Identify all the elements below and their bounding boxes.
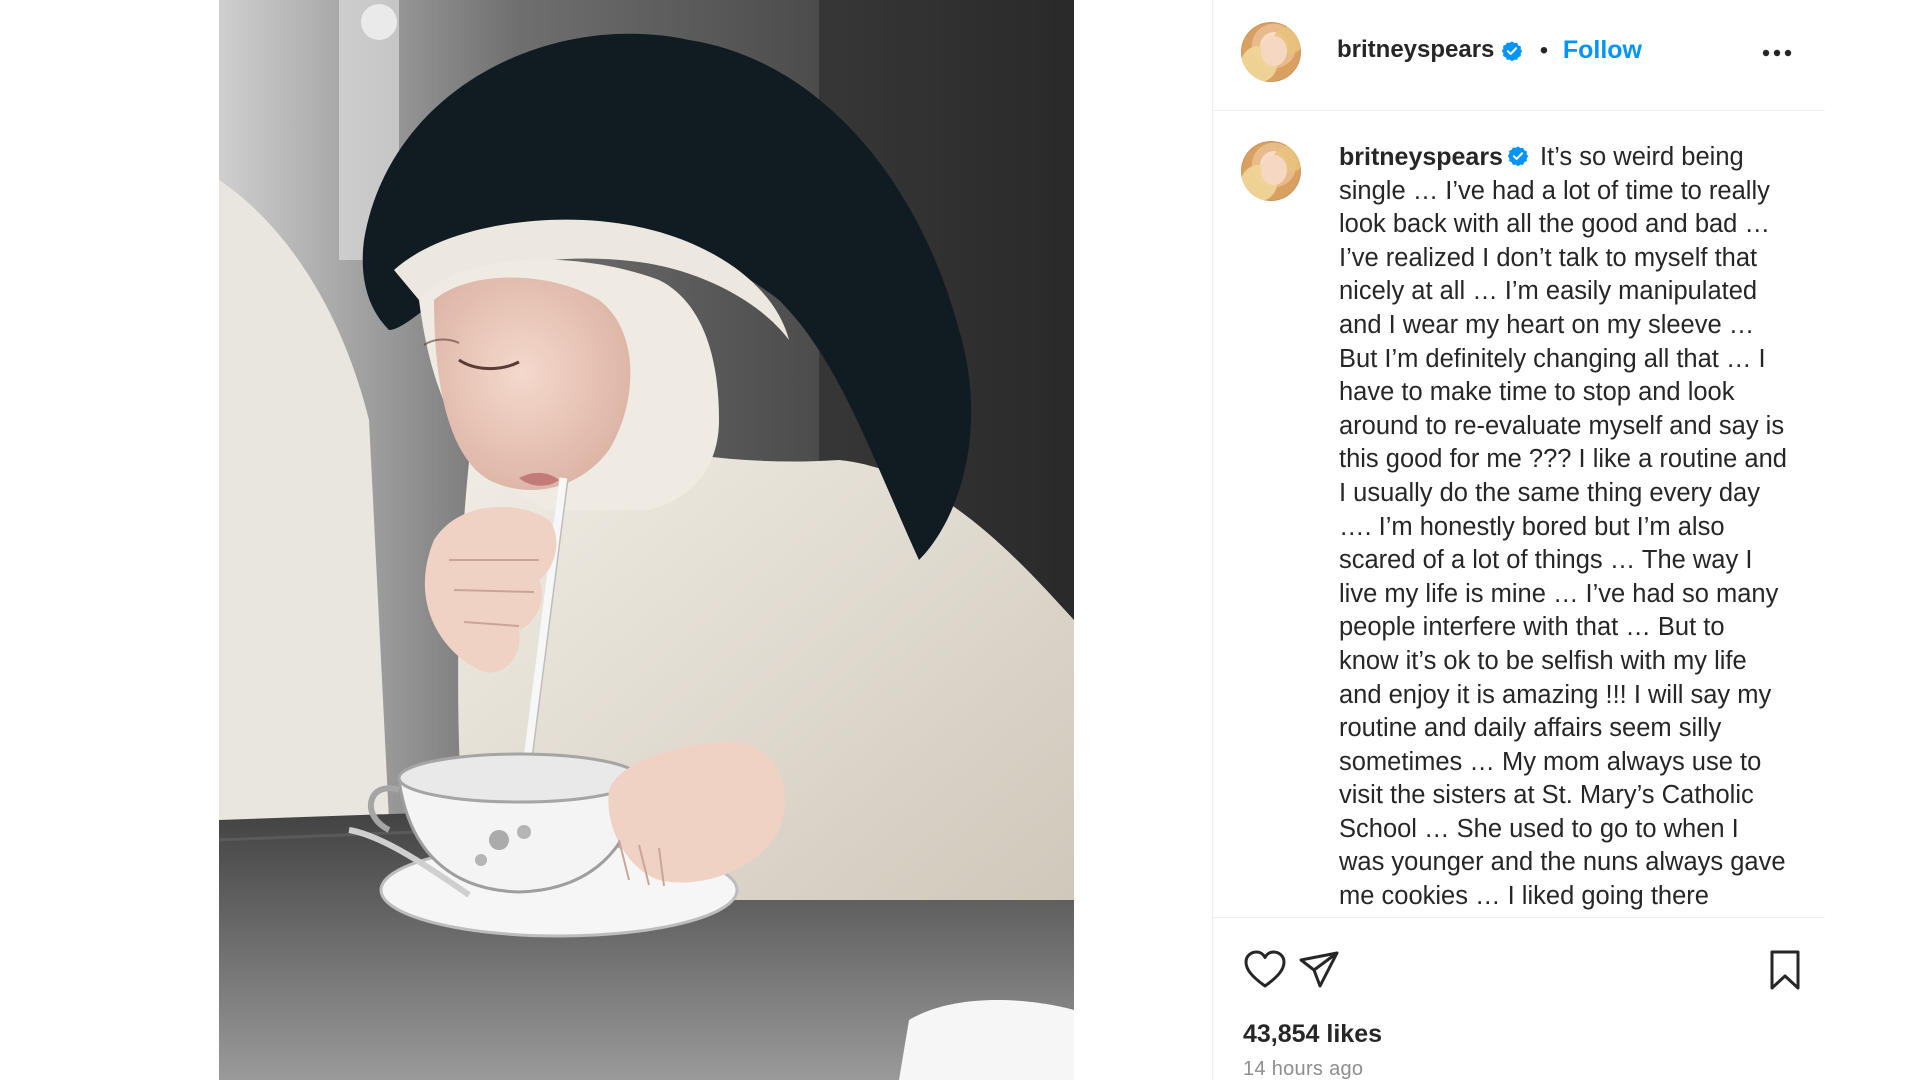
bookmark-icon[interactable]	[1761, 946, 1809, 994]
verified-badge-icon	[1507, 146, 1529, 167]
caption-avatar[interactable]	[1241, 141, 1301, 201]
post-photo[interactable]	[219, 0, 1074, 1080]
post-header: britneyspears • Follow	[1213, 0, 1825, 111]
heart-icon[interactable]	[1241, 946, 1289, 994]
separator-dot: •	[1539, 36, 1549, 64]
verified-badge-icon	[1501, 41, 1523, 61]
caption-text: britneyspears It’s so weird being single…	[1339, 141, 1787, 914]
post-image	[219, 0, 1074, 1080]
caption-area: britneyspears It’s so weird being single…	[1213, 111, 1825, 918]
paper-plane-icon[interactable]	[1295, 946, 1343, 994]
post-side-panel: britneyspears • Follow britneyspears It’…	[1212, 0, 1825, 1080]
header-user-line: britneyspears • Follow	[1337, 36, 1642, 65]
likes-count[interactable]: 43,854 likes	[1243, 1020, 1382, 1049]
action-bar: 43,854 likes 14 hours ago	[1213, 918, 1825, 1080]
post-timestamp[interactable]: 14 hours ago	[1243, 1058, 1363, 1080]
header-username[interactable]: britneyspears	[1337, 36, 1494, 63]
more-options-icon[interactable]	[1759, 44, 1795, 62]
instagram-post-view: britneyspears • Follow britneyspears It’…	[0, 0, 1920, 1080]
caption-username[interactable]: britneyspears	[1339, 143, 1503, 171]
author-avatar[interactable]	[1241, 22, 1301, 82]
caption-body: It’s so weird being single … I’ve had a …	[1339, 143, 1787, 911]
follow-button[interactable]: Follow	[1563, 36, 1642, 64]
